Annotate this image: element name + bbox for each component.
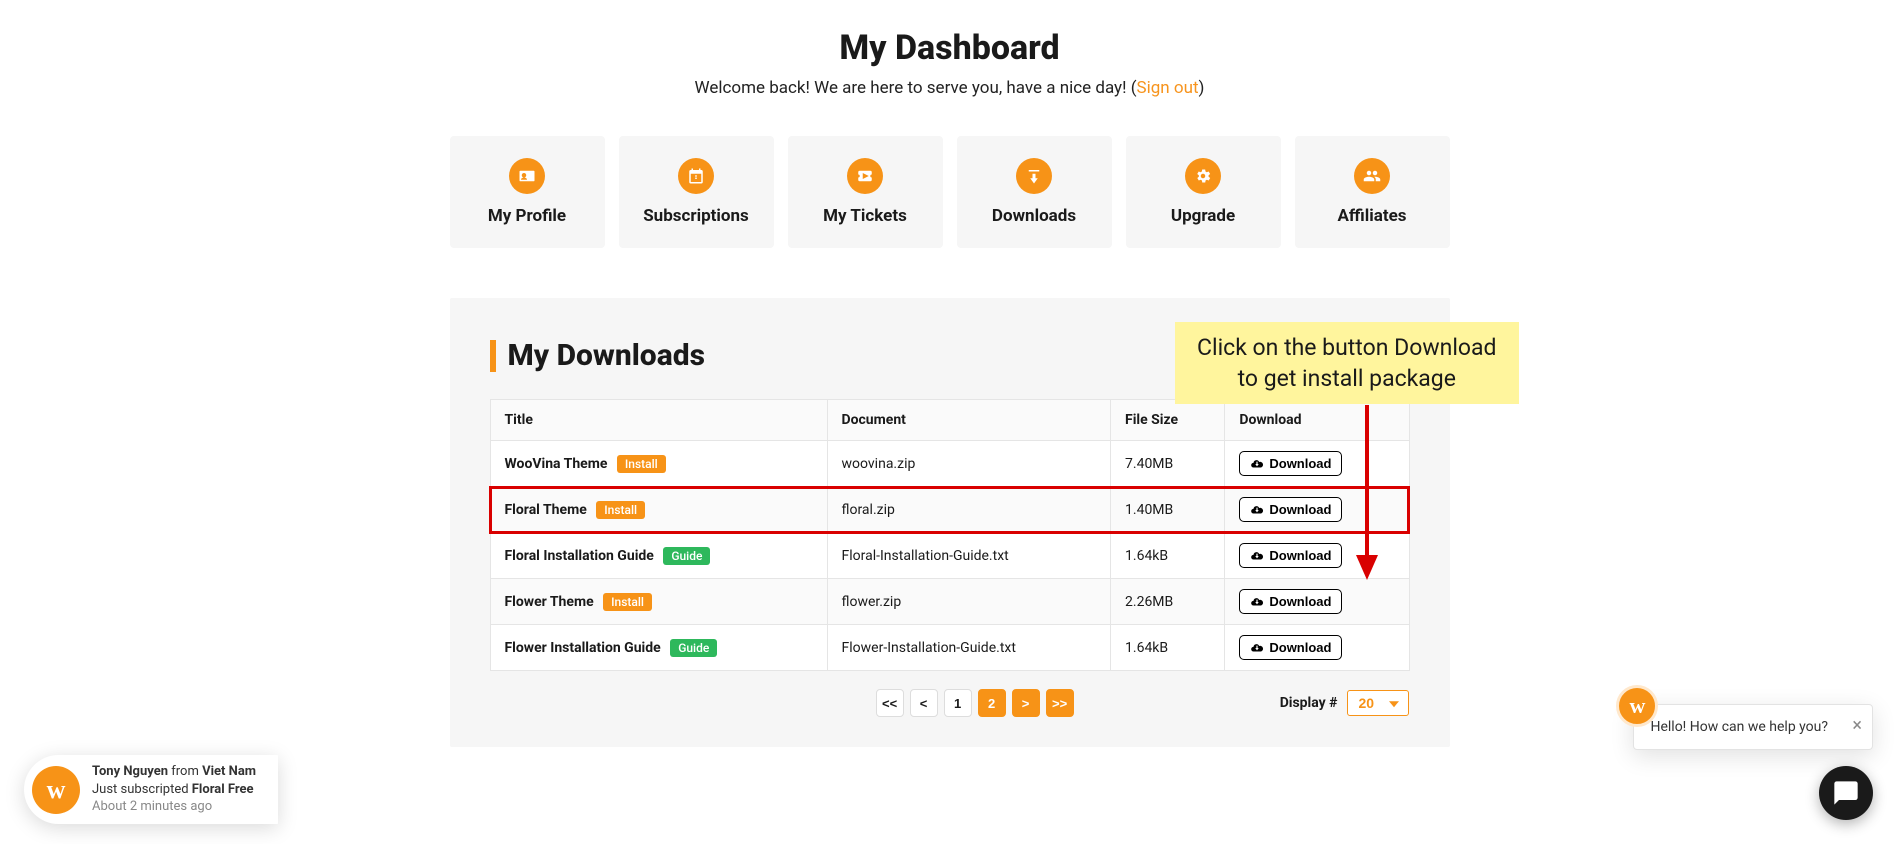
toast-time: About 2 minutes ago [92, 798, 256, 816]
ticket-icon [847, 158, 883, 194]
tile-label: Affiliates [1338, 206, 1407, 226]
badge-install: Install [617, 455, 666, 473]
row-size: 2.26MB [1111, 579, 1225, 625]
badge-install: Install [596, 501, 645, 519]
annotation-callout: Click on the button Download to get inst… [1175, 322, 1519, 404]
chat-close-icon[interactable]: × [1852, 715, 1862, 736]
toast-country: Viet Nam [202, 764, 256, 779]
row-title: Flower Theme [505, 594, 594, 610]
table-row: Flower Installation Guide Guide Flower-I… [490, 625, 1409, 671]
table-row: WooVina Theme Install woovina.zip 7.40MB… [490, 441, 1409, 487]
toast-action-prefix: Just subscripted [92, 782, 192, 797]
tile-label: Subscriptions [643, 206, 749, 226]
callout-line2: to get install package [1197, 363, 1497, 394]
toast-from: from [168, 764, 202, 779]
page-title: My Dashboard [450, 28, 1450, 68]
welcome-prefix: Welcome back! We are here to serve you, … [695, 78, 1137, 98]
col-size: File Size [1111, 400, 1225, 441]
badge-install: Install [603, 593, 652, 611]
row-size: 1.64kB [1111, 625, 1225, 671]
row-size: 1.64kB [1111, 533, 1225, 579]
chat-launcher-button[interactable] [1819, 766, 1873, 820]
annotation-arrow-icon [1352, 405, 1382, 585]
tile-subscriptions[interactable]: Subscriptions [619, 136, 774, 248]
display-label: Display # [1280, 695, 1338, 711]
sign-out-link[interactable]: Sign out [1137, 78, 1199, 98]
toast-lines: Tony Nguyen from Viet Nam Just subscript… [92, 763, 256, 816]
download-icon [1016, 158, 1052, 194]
heading-accent-bar [490, 340, 496, 372]
tile-label: My Profile [488, 206, 566, 226]
profile-icon [509, 158, 545, 194]
welcome-text: Welcome back! We are here to serve you, … [450, 78, 1450, 98]
badge-guide: Guide [670, 639, 717, 657]
pager-last-button[interactable]: >> [1046, 689, 1074, 717]
row-title: Floral Installation Guide [505, 548, 654, 564]
toast-action-bold: Floral Free [192, 782, 254, 797]
group-icon [1354, 158, 1390, 194]
panel-title: My Downloads [508, 338, 705, 373]
download-button[interactable]: Download [1239, 451, 1342, 476]
tile-label: My Tickets [823, 206, 907, 226]
download-button[interactable]: Download [1239, 635, 1342, 660]
dashboard-tiles: My Profile Subscriptions My Tickets Down… [450, 136, 1450, 248]
chat-popup[interactable]: w Hello! How can we help you? × [1633, 704, 1873, 750]
chat-message: Hello! How can we help you? [1650, 719, 1828, 735]
pager: <<<12>>> [876, 689, 1074, 717]
row-document: floral.zip [827, 487, 1111, 533]
row-size: 1.40MB [1111, 487, 1225, 533]
notification-toast[interactable]: w Tony Nguyen from Viet Nam Just subscri… [24, 755, 278, 824]
tile-label: Upgrade [1171, 206, 1235, 226]
pager-page-2[interactable]: 2 [978, 689, 1006, 717]
pager-page-1[interactable]: 1 [944, 689, 972, 717]
tile-my-tickets[interactable]: My Tickets [788, 136, 943, 248]
tile-my-profile[interactable]: My Profile [450, 136, 605, 248]
row-document: Flower-Installation-Guide.txt [827, 625, 1111, 671]
tile-affiliates[interactable]: Affiliates [1295, 136, 1450, 248]
calendar-icon [678, 158, 714, 194]
tile-label: Downloads [992, 206, 1076, 226]
download-button[interactable]: Download [1239, 543, 1342, 568]
toast-avatar-icon: w [32, 766, 80, 814]
download-button[interactable]: Download [1239, 497, 1342, 522]
toast-name: Tony Nguyen [92, 764, 168, 779]
downloads-table: Title Document File Size Download WooVin… [490, 399, 1410, 671]
col-document: Document [827, 400, 1111, 441]
row-size: 7.40MB [1111, 441, 1225, 487]
pager-next-button[interactable]: > [1012, 689, 1040, 717]
table-row: Flower Theme Install flower.zip 2.26MB D… [490, 579, 1409, 625]
col-title: Title [490, 400, 827, 441]
row-document: woovina.zip [827, 441, 1111, 487]
tile-downloads[interactable]: Downloads [957, 136, 1112, 248]
pager-prev-button[interactable]: < [910, 689, 938, 717]
display-select[interactable]: 20 [1347, 690, 1409, 716]
row-title: Flower Installation Guide [505, 640, 661, 656]
table-row: Floral Installation Guide Guide Floral-I… [490, 533, 1409, 579]
gear-icon [1185, 158, 1221, 194]
callout-line1: Click on the button Download [1197, 332, 1497, 363]
chat-icon [1832, 779, 1860, 807]
download-button[interactable]: Download [1239, 589, 1342, 614]
pager-first-button[interactable]: << [876, 689, 904, 717]
row-title: Floral Theme [505, 502, 587, 518]
welcome-suffix: ) [1199, 78, 1205, 98]
row-document: flower.zip [827, 579, 1111, 625]
row-document: Floral-Installation-Guide.txt [827, 533, 1111, 579]
row-title: WooVina Theme [505, 456, 608, 472]
tile-upgrade[interactable]: Upgrade [1126, 136, 1281, 248]
display-selector: Display # 20 [1280, 690, 1410, 716]
table-row: Floral Theme Install floral.zip 1.40MB D… [490, 487, 1409, 533]
badge-guide: Guide [663, 547, 710, 565]
